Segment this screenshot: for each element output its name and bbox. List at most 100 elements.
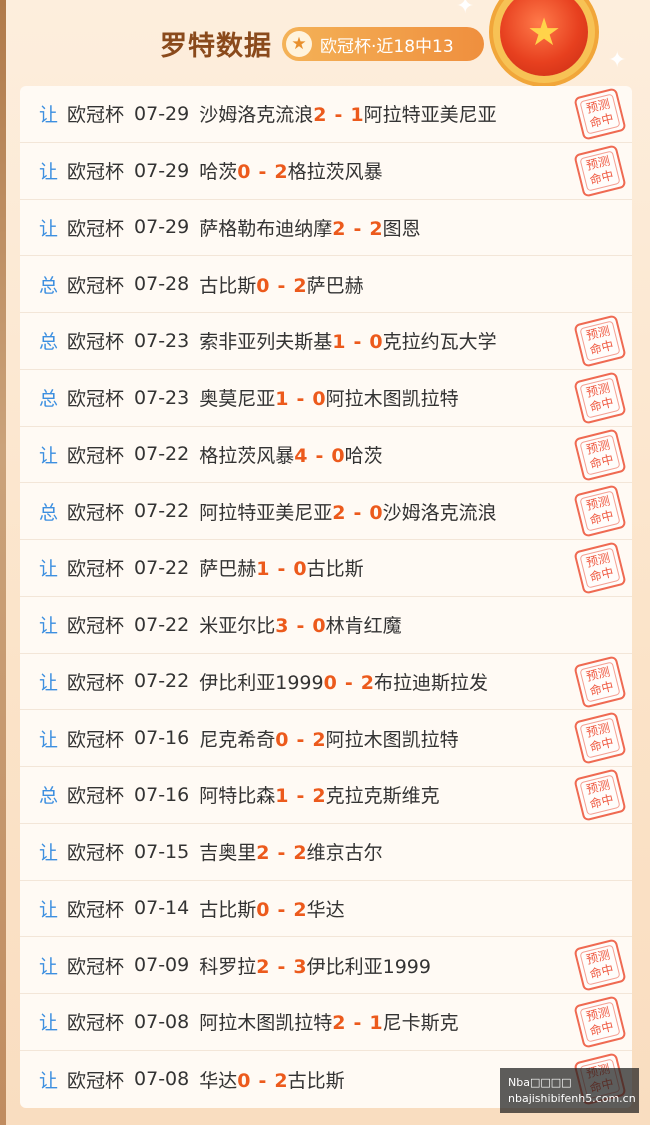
prediction-hit-stamp: 预测命中 (573, 371, 627, 425)
away-score: 2 (312, 728, 326, 751)
prediction-hit-stamp: 预测命中 (573, 484, 627, 538)
match-teams: 奥莫尼亚1-0阿拉木图凯拉特 (199, 384, 458, 411)
away-score: 0 (369, 331, 383, 354)
match-row[interactable]: 让欧冠杯 07-16 尼克希奇0-2阿拉木图凯拉特 预测 命中 (20, 710, 632, 767)
match-date: 07-15 (134, 840, 190, 863)
score-separator: - (353, 217, 362, 240)
stamp-text: 预测 (584, 720, 612, 741)
home-team: 阿特比森 (199, 785, 276, 808)
watermark-line-2: nbajishibifenh5.com.cn (508, 1091, 636, 1105)
prediction-hit-stamp: 预测命中 (573, 938, 627, 992)
stamp-text: 命中 (588, 792, 616, 812)
match-row[interactable]: 让欧冠杯 07-22 米亚尔比3-0林肯红魔 (20, 597, 632, 654)
score-separator: - (344, 671, 353, 694)
match-date: 07-22 (134, 556, 190, 579)
score-separator: - (277, 955, 286, 978)
stamp-text: 预测 (584, 153, 612, 173)
away-score: 2 (293, 898, 307, 921)
home-team: 萨格勒布迪纳摩 (199, 217, 333, 240)
home-team: 米亚尔比 (199, 615, 276, 638)
score-separator: - (277, 898, 286, 921)
bet-type-label: 让 (39, 1012, 59, 1035)
league-label: 欧冠杯 (67, 1012, 125, 1035)
away-score: 0 (312, 615, 326, 638)
match-date: 07-14 (134, 897, 190, 920)
match-row[interactable]: 总欧冠杯 07-28 古比斯0-2萨巴赫 (20, 256, 632, 313)
away-score: 1 (350, 104, 364, 127)
match-row[interactable]: 让欧冠杯 07-15 吉奥里2-2维京古尔 (20, 824, 632, 881)
medal-icon: ★ (500, 0, 588, 76)
league-label: 欧冠杯 (67, 217, 125, 240)
league-label: 欧冠杯 (67, 501, 125, 524)
home-score: 2 (332, 217, 346, 240)
score-separator: - (258, 161, 267, 184)
league-label: 欧冠杯 (67, 558, 125, 581)
league-label: 欧冠杯 (67, 161, 125, 184)
stamp-text: 预测 (584, 96, 612, 116)
stamp-text: 预测 (584, 380, 612, 400)
away-score: 0 (369, 501, 383, 524)
match-row[interactable]: 让欧冠杯 07-22 伊比利亚19990-2布拉迪斯拉发 预测 命中 (20, 654, 632, 711)
stamp-text: 命中 (588, 565, 616, 585)
league-label: 欧冠杯 (67, 104, 125, 127)
away-score: 2 (274, 1069, 288, 1092)
header: 罗特数据 ★ 欧冠杯·近18中13 ★ ✦ ✦ (0, 0, 650, 86)
match-row[interactable]: 让欧冠杯 07-08 阿拉木图凯拉特2-1尼卡斯克 预测 命中 (20, 994, 632, 1051)
match-row[interactable]: 让欧冠杯 07-09 科罗拉2-3伊比利亚1999 预测 命中 (20, 937, 632, 994)
match-row[interactable]: 让欧冠杯 07-22 格拉茨风暴4-0哈茨 预测 命中 (20, 427, 632, 484)
stamp-text: 命中 (588, 167, 616, 188)
prediction-hit-stamp: 预测命中 (573, 541, 627, 595)
home-team: 古比斯 (199, 898, 257, 921)
stamp-text: 命中 (588, 508, 616, 528)
away-team: 格拉茨风暴 (287, 161, 383, 184)
home-score: 1 (332, 331, 346, 354)
match-teams: 沙姆洛克流浪2-1阿拉特亚美尼亚 (199, 100, 496, 127)
match-row[interactable]: 让欧冠杯 07-29 萨格勒布迪纳摩2-2图恩 (20, 200, 632, 257)
match-row[interactable]: 总欧冠杯 07-16 阿特比森1-2克拉克斯维克 预测 命中 (20, 767, 632, 824)
match-row[interactable]: 让欧冠杯 07-29 沙姆洛克流浪2-1阿拉特亚美尼亚 预测 命中 (20, 86, 632, 143)
prediction-hit-stamp: 预测命中 (573, 427, 627, 482)
bet-type-label: 总 (39, 501, 59, 524)
away-team: 维京古尔 (306, 842, 383, 865)
home-team: 阿拉特亚美尼亚 (199, 501, 333, 524)
match-row[interactable]: 让欧冠杯 07-14 古比斯0-2华达 (20, 881, 632, 938)
home-score: 2 (256, 955, 270, 978)
match-row[interactable]: 总欧冠杯 07-23 奥莫尼亚1-0阿拉木图凯拉特 预测 命中 (20, 370, 632, 427)
away-score: 1 (369, 1012, 383, 1035)
match-row[interactable]: 让欧冠杯 07-22 萨巴赫1-0古比斯 预测 命中 (20, 540, 632, 597)
away-score: 2 (312, 785, 326, 808)
away-score: 0 (331, 444, 345, 467)
bet-type-label: 让 (39, 898, 59, 921)
bet-type-label: 总 (39, 274, 59, 297)
match-row[interactable]: 让欧冠杯 07-29 哈茨0-2格拉茨风暴 预测 命中 (20, 143, 632, 200)
star-icon: ★ (286, 31, 312, 57)
away-score: 2 (369, 217, 383, 240)
stamp-text: 命中 (588, 338, 616, 358)
stamp-text: 预测 (584, 550, 612, 570)
match-row[interactable]: 总欧冠杯 07-22 阿拉特亚美尼亚2-0沙姆洛克流浪 预测 命中 (20, 483, 632, 540)
bet-type-label: 让 (39, 728, 59, 751)
match-date: 07-09 (134, 954, 190, 977)
match-date: 07-29 (134, 102, 190, 125)
league-label: 欧冠杯 (67, 955, 125, 978)
match-date: 07-22 (134, 613, 190, 636)
home-team: 阿拉木图凯拉特 (199, 1012, 333, 1035)
away-team: 图恩 (382, 217, 421, 240)
match-list: 让欧冠杯 07-29 沙姆洛克流浪2-1阿拉特亚美尼亚 预测 命中让欧冠杯 07-29 哈茨… (20, 86, 632, 1108)
away-team: 哈茨 (344, 444, 383, 467)
match-row[interactable]: 总欧冠杯 07-23 索非亚列夫斯基1-0克拉约瓦大学 预测 命中 (20, 313, 632, 370)
medal-star-icon: ★ (526, 10, 562, 54)
league-label: 欧冠杯 (67, 274, 125, 297)
away-team: 沙姆洛克流浪 (382, 501, 497, 524)
match-date: 07-23 (134, 386, 190, 409)
match-teams: 尼克希奇0-2阿拉木图凯拉特 (199, 725, 458, 752)
bet-type-label: 让 (39, 955, 59, 978)
home-score: 0 (275, 728, 289, 751)
sparkle-icon: ✦ (456, 0, 475, 19)
match-teams: 米亚尔比3-0林肯红魔 (199, 611, 401, 638)
match-date: 07-08 (134, 1010, 190, 1033)
match-date: 07-16 (134, 727, 190, 750)
prediction-hit-stamp: 预测命中 (573, 144, 627, 198)
match-teams: 科罗拉2-3伊比利亚1999 (199, 952, 431, 979)
home-team: 索非亚列夫斯基 (199, 331, 333, 354)
